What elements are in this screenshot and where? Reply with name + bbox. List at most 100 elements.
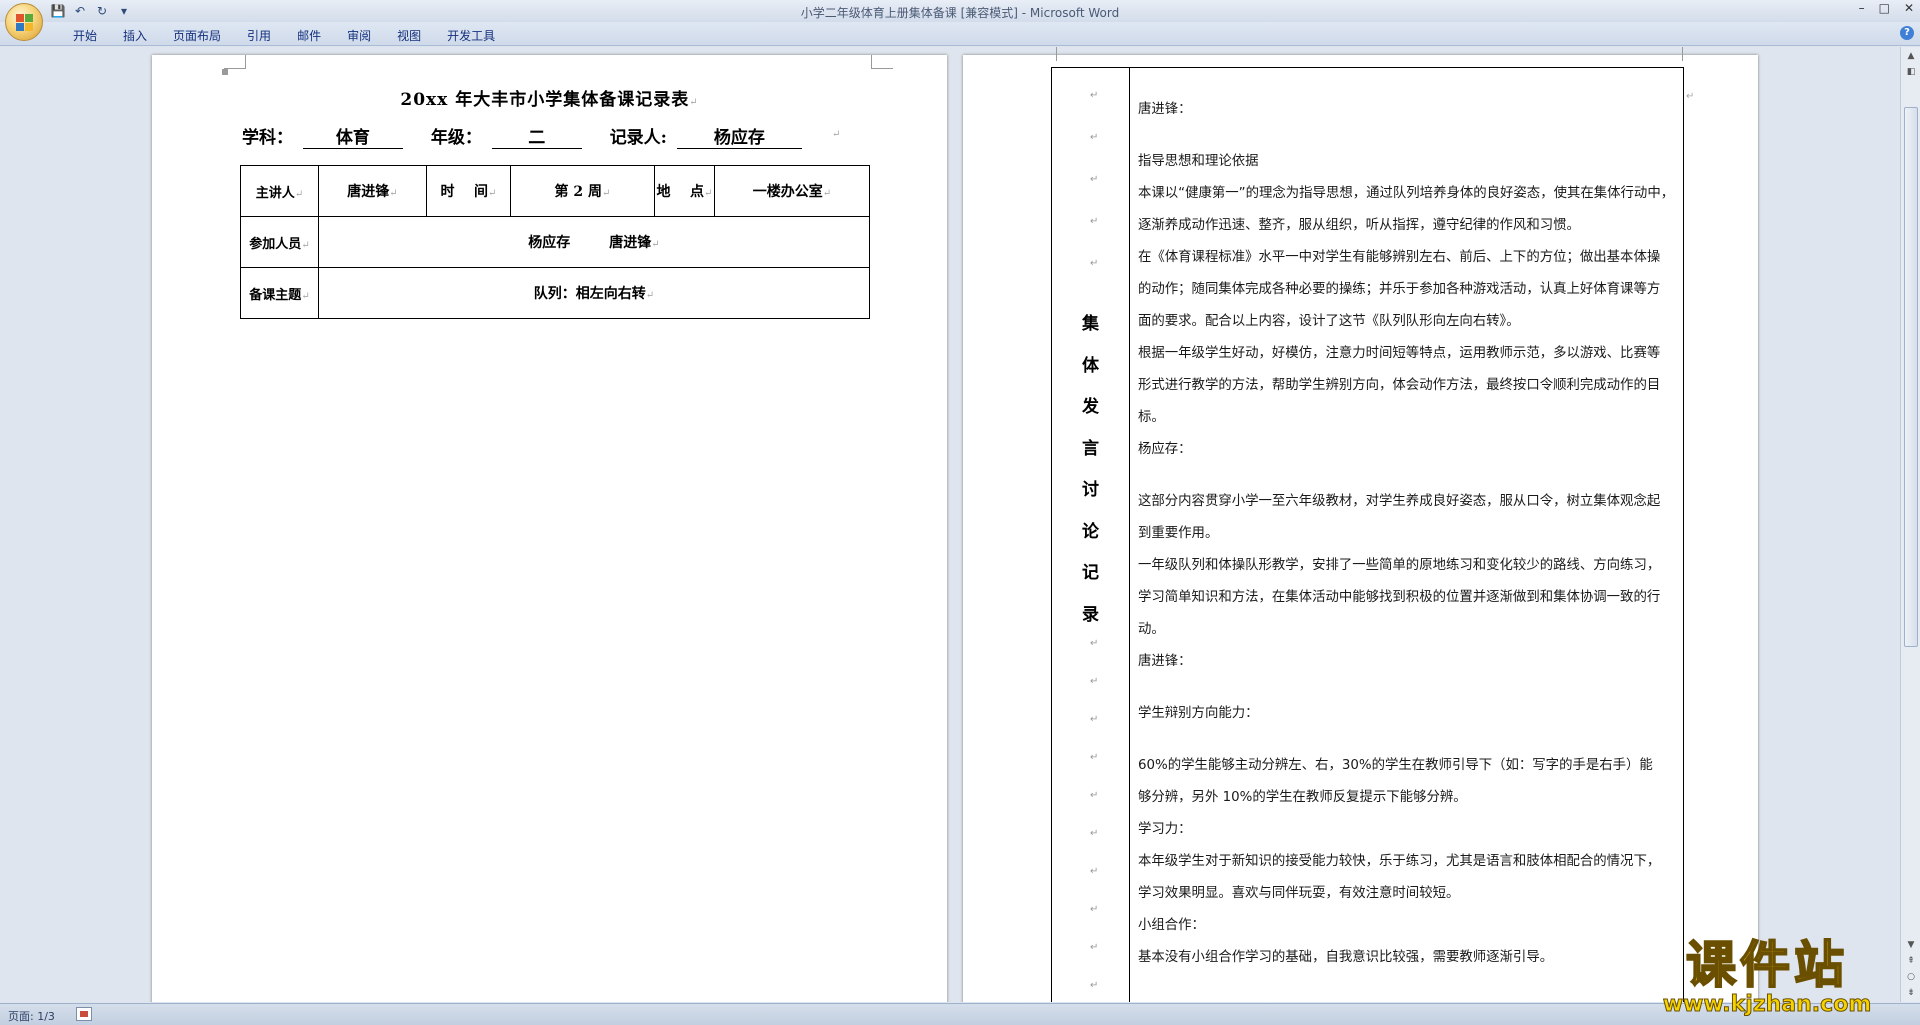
text-line: 到重要作用。 xyxy=(1138,526,1219,541)
watermark-url: www.kjzhan.com xyxy=(1662,992,1872,1017)
recorder-label: 记录人: xyxy=(609,128,667,148)
office-button[interactable] xyxy=(5,3,43,41)
office-logo-icon xyxy=(16,14,33,31)
time-label: 时 间↵ xyxy=(426,165,511,217)
discussion-paragraph: 本课以“健康第一”的理念为指导思想，通过队列培养身体的良好姿态，使其在集体行动中… xyxy=(1138,178,1678,242)
paragraph-mark: ↵ xyxy=(1090,904,1099,915)
ribbon: 开始 插入 页面布局 引用 邮件 审阅 视图 开发工具 ? xyxy=(0,22,1920,46)
window-title: 小学二年级体育上册集体备课 [兼容模式] - Microsoft Word xyxy=(800,6,1120,20)
topic-value: 队列：相左向右转↵ xyxy=(318,267,870,319)
text-line: 形式进行教学的方法，帮助学生辨别方向，体会动作方法，最终按口令顺利完成动作的目 xyxy=(1138,378,1661,393)
crop-mark xyxy=(871,55,893,69)
document-page-2[interactable]: ↵ ↵ ↵ ↵ ↵ 集体发言讨论记录 ↵ ↵ ↵ ↵ ↵ ↵ ↵ ↵ ↵ ↵ 唐… xyxy=(963,47,1758,1002)
text-line: 学习力： xyxy=(1138,822,1192,837)
text-line: 标。 xyxy=(1138,410,1165,425)
text-line: 学生辩别方向能力： xyxy=(1138,706,1259,721)
close-button[interactable]: ✕ xyxy=(1904,1,1914,15)
discussion-paragraph: 基本没有小组合作学习的基础，自我意识比较强，需要教师逐渐引导。 xyxy=(1138,942,1678,974)
next-page-icon[interactable]: ⇟ xyxy=(1904,986,1918,1000)
text-line: 本年级学生对于新知识的接受能力较快，乐于练习，尤其是语言和肢体相配合的情况下， xyxy=(1138,854,1661,869)
text-line: 唐进锋： xyxy=(1138,102,1192,117)
page-indicator[interactable]: 页面: 1/3 xyxy=(8,1008,55,1024)
paragraph-mark: ↵ xyxy=(1090,714,1099,725)
speaker-value: 唐进锋↵ xyxy=(318,165,427,217)
discussion-paragraph: 学生辩别方向能力： xyxy=(1138,698,1678,730)
vertical-heading-char: 发 xyxy=(1082,397,1099,417)
paragraph-mark: ↵ xyxy=(1090,174,1099,185)
vertical-heading-char: 言 xyxy=(1082,438,1099,459)
tab-developer[interactable]: 开发工具 xyxy=(434,26,508,45)
tab-references[interactable]: 引用 xyxy=(234,26,284,45)
text-line: 动。 xyxy=(1138,622,1165,637)
tab-page-layout[interactable]: 页面布局 xyxy=(160,26,234,45)
text-line: 学习简单知识和方法，在集体活动中能够找到积极的位置并逐渐做到和集体协调一致的行 xyxy=(1138,590,1661,605)
grade-value: 二 xyxy=(491,123,582,149)
text-line: 这部分内容贯穿小学一至六年级教材，对学生养成良好姿态，服从口令，树立集体观念起 xyxy=(1138,494,1661,509)
discussion-record-table: ↵ ↵ ↵ ↵ ↵ 集体发言讨论记录 ↵ ↵ ↵ ↵ ↵ ↵ ↵ ↵ ↵ ↵ 唐… xyxy=(1051,67,1684,1002)
text-line: 够分辨，另外 10%的学生在教师反复提示下能够分辨。 xyxy=(1138,790,1467,805)
tab-mailings[interactable]: 邮件 xyxy=(284,26,334,45)
vertical-heading-char: 论 xyxy=(1082,521,1099,542)
tab-insert[interactable]: 插入 xyxy=(110,26,160,45)
previous-page-icon[interactable]: ⇞ xyxy=(1904,954,1918,968)
discussion-paragraph: 学习力： xyxy=(1138,814,1678,846)
watermark-text: 课件站 xyxy=(1685,936,1848,994)
ribbon-tabs: 开始 插入 页面布局 引用 邮件 审阅 视图 开发工具 xyxy=(60,26,508,45)
ruler-toggle-icon[interactable]: ◧ xyxy=(1904,65,1918,79)
table-row: 主讲人↵ 唐进锋↵ 时 间↵ 第 2 周↵ 地 点↵ 一楼办公室↵ xyxy=(240,165,870,217)
tab-review[interactable]: 审阅 xyxy=(334,26,384,45)
scroll-thumb[interactable] xyxy=(1904,107,1918,647)
document-workspace[interactable]: 20xx 年大丰市小学集体备课记录表↵ 学科： 体育 年级： 二 记录人: 杨应… xyxy=(0,47,1900,1002)
scroll-down-icon[interactable]: ▼ xyxy=(1904,938,1918,952)
title-bar: 💾 ↶ ↻ ▾ 小学二年级体育上册集体备课 [兼容模式] - Microsoft… xyxy=(0,0,1920,22)
discussion-paragraph: 指导思想和理论依据 xyxy=(1138,146,1678,178)
discussion-paragraph: 唐进锋： xyxy=(1138,94,1678,126)
discussion-paragraph: 杨应存： xyxy=(1138,434,1678,466)
discussion-paragraph: 这部分内容贯穿小学一至六年级教材，对学生养成良好姿态，服从口令，树立集体观念起到… xyxy=(1138,486,1678,550)
tab-home[interactable]: 开始 xyxy=(60,26,110,45)
watermark-logo: 课件站 www.kjzhan.com xyxy=(1632,936,1902,1017)
page-title: 20xx 年大丰市小学集体备课记录表↵ xyxy=(400,90,699,110)
paragraph-mark: ↵ xyxy=(1090,638,1099,649)
discussion-paragraph: 60%的学生能够主动分辨左、右，30%的学生在教师引导下（如：写字的手是右手）能… xyxy=(1138,750,1678,814)
vertical-scrollbar[interactable]: ▲ ◧ ▼ ⇞ ○ ⇟ xyxy=(1900,47,1920,1002)
participants-label: 参加人员↵ xyxy=(240,216,319,268)
paragraph-mark: ↵ xyxy=(1686,91,1695,102)
subject-line: 学科： 体育 年级： 二 记录人: 杨应存 ↵ xyxy=(242,123,882,149)
text-line: 逐渐养成动作迅速、整齐，服从组织，听从指挥，遵守纪律的作风和习惯。 xyxy=(1138,218,1580,233)
paragraph-mark: ↵ xyxy=(1090,942,1099,953)
text-line: 唐进锋： xyxy=(1138,654,1192,669)
vertical-heading-char: 录 xyxy=(1082,604,1099,625)
browse-object-icon[interactable]: ○ xyxy=(1904,970,1918,984)
grade-label: 年级： xyxy=(430,128,482,148)
paragraph-mark: ↵ xyxy=(1090,216,1099,227)
discussion-paragraph: 根据一年级学生好动，好模仿，注意力时间短等特点，运用教师示范，多以游戏、比赛等形… xyxy=(1138,338,1678,434)
proofing-icon[interactable] xyxy=(76,1007,92,1021)
scroll-up-icon[interactable]: ▲ xyxy=(1904,49,1918,63)
paragraph-mark: ↵ xyxy=(1090,132,1099,143)
paragraph-mark: ↵ xyxy=(1090,866,1099,877)
lesson-record-table: 主讲人↵ 唐进锋↵ 时 间↵ 第 2 周↵ 地 点↵ 一楼办公室↵ 参加人员↵ … xyxy=(240,165,870,319)
help-icon[interactable]: ? xyxy=(1900,26,1914,40)
discussion-paragraph: 唐进锋： xyxy=(1138,646,1678,678)
paragraph-mark: ↵ xyxy=(1090,258,1099,269)
vertical-heading-char: 讨 xyxy=(1082,480,1099,500)
topic-label: 备课主题↵ xyxy=(240,267,319,319)
subject-value: 体育 xyxy=(302,123,403,149)
vertical-heading: 集体发言讨论记录 xyxy=(1082,304,1112,636)
crop-mark xyxy=(224,55,246,69)
document-page-1[interactable]: 20xx 年大丰市小学集体备课记录表↵ 学科： 体育 年级： 二 记录人: 杨应… xyxy=(152,55,947,1002)
paragraph-mark: ↵ xyxy=(1090,790,1099,801)
tab-view[interactable]: 视图 xyxy=(384,26,434,45)
text-line: 一年级队列和体操队形教学，安排了一些简单的原地练习和变化较少的路线、方向练习， xyxy=(1138,558,1661,573)
text-line: 指导思想和理论依据 xyxy=(1138,154,1259,169)
crop-mark xyxy=(222,69,228,75)
window-controls: – □ ✕ xyxy=(1859,1,1914,15)
speaker-label: 主讲人↵ xyxy=(240,165,319,217)
vertical-heading-char: 体 xyxy=(1082,355,1099,376)
text-line: 面的要求。配合以上内容，设计了这节《队列队形向左向右转》。 xyxy=(1138,314,1520,329)
maximize-button[interactable]: □ xyxy=(1879,1,1890,15)
minimize-button[interactable]: – xyxy=(1859,1,1865,15)
